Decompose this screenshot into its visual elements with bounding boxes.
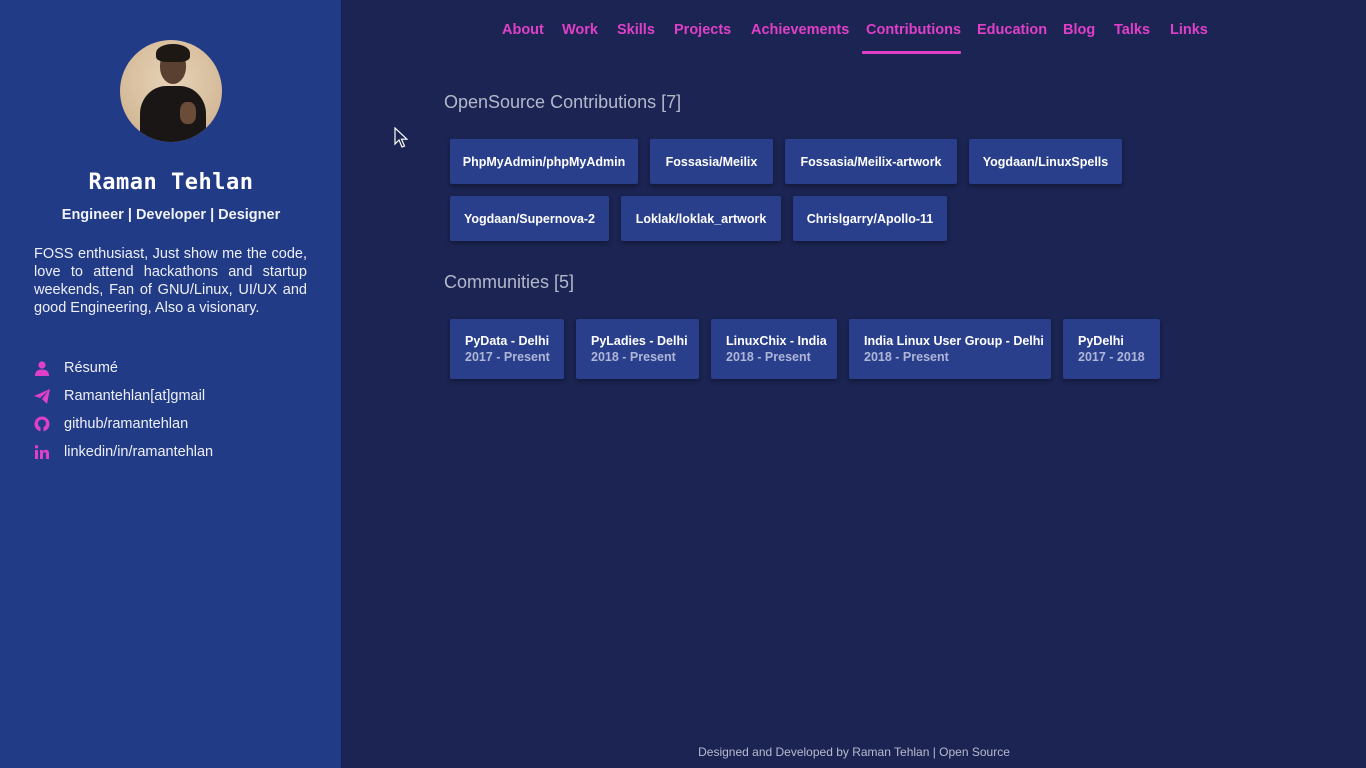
community-name: LinuxChix - India: [726, 334, 827, 348]
community-name: PyDelhi: [1078, 334, 1124, 348]
community-card[interactable]: LinuxChix - India 2018 - Present: [711, 319, 837, 379]
nav-contributions[interactable]: Contributions: [866, 22, 961, 38]
contribution-chip[interactable]: Loklak/loklak_artwork: [621, 196, 781, 241]
profile-avatar: [120, 40, 222, 142]
github-link-label: github/ramantehlan: [64, 416, 189, 432]
nav-active-indicator: [862, 51, 961, 54]
page-footer: Designed and Developed by Raman Tehlan |…: [698, 745, 1010, 759]
communities-title: Communities [5]: [444, 272, 575, 292]
community-card[interactable]: PyDelhi 2017 - 2018: [1063, 319, 1160, 379]
community-name: PyLadies - Delhi: [591, 334, 688, 348]
contribution-chip[interactable]: PhpMyAdmin/phpMyAdmin: [450, 139, 638, 184]
resume-link[interactable]: Résumé: [34, 354, 314, 382]
nav-about[interactable]: About: [502, 22, 544, 38]
contribution-chip[interactable]: Fossasia/Meilix: [650, 139, 773, 184]
community-name: PyData - Delhi: [465, 334, 550, 348]
profile-sidebar: Raman Tehlan Engineer | Developer | Desi…: [0, 0, 342, 768]
contributions-title: OpenSource Contributions [7]: [444, 92, 682, 112]
linkedin-link-label: linkedin/in/ramantehlan: [64, 444, 214, 460]
community-dates: 2017 - Present: [465, 350, 550, 364]
community-dates: 2017 - 2018: [1078, 350, 1145, 364]
community-card[interactable]: PyData - Delhi 2017 - Present: [450, 319, 564, 379]
community-dates: 2018 - Present: [726, 350, 811, 364]
email-link-label: Ramantehlan[at]gmail: [64, 388, 206, 404]
nav-blog[interactable]: Blog: [1063, 22, 1095, 38]
contribution-chip[interactable]: Fossasia/Meilix-artwork: [785, 139, 957, 184]
profile-tagline: Engineer | Developer | Designer: [61, 207, 281, 223]
nav-achievements[interactable]: Achievements: [751, 22, 849, 38]
mouse-cursor-icon: [394, 127, 408, 148]
resume-link-label: Résumé: [64, 360, 118, 376]
nav-skills[interactable]: Skills: [617, 22, 655, 38]
community-card[interactable]: India Linux User Group - Delhi 2018 - Pr…: [849, 319, 1051, 379]
user-icon: [34, 360, 50, 376]
community-name: India Linux User Group - Delhi: [864, 334, 1044, 348]
profile-bio: FOSS enthusiast, Just show me the code, …: [34, 246, 307, 316]
contribution-chip[interactable]: Yogdaan/Supernova-2: [450, 196, 609, 241]
nav-work[interactable]: Work: [562, 22, 598, 38]
profile-name: Raman Tehlan: [88, 170, 254, 195]
nav-talks[interactable]: Talks: [1114, 22, 1150, 38]
community-dates: 2018 - Present: [864, 350, 949, 364]
contribution-chip[interactable]: Chrislgarry/Apollo-11: [793, 196, 947, 241]
nav-projects[interactable]: Projects: [674, 22, 731, 38]
github-icon: [34, 416, 50, 432]
contribution-chip[interactable]: Yogdaan/LinuxSpells: [969, 139, 1122, 184]
nav-education[interactable]: Education: [977, 22, 1047, 38]
profile-links: Résumé Ramantehlan[at]gmail github/raman…: [34, 354, 314, 466]
nav-links[interactable]: Links: [1170, 22, 1208, 38]
linkedin-icon: [34, 444, 50, 460]
github-link[interactable]: github/ramantehlan: [34, 410, 314, 438]
linkedin-link[interactable]: linkedin/in/ramantehlan: [34, 438, 314, 466]
community-dates: 2018 - Present: [591, 350, 676, 364]
main-nav: About Work Skills Projects Achievements …: [342, 0, 1366, 56]
email-link[interactable]: Ramantehlan[at]gmail: [34, 382, 314, 410]
paper-plane-icon: [34, 388, 50, 404]
community-card[interactable]: PyLadies - Delhi 2018 - Present: [576, 319, 699, 379]
